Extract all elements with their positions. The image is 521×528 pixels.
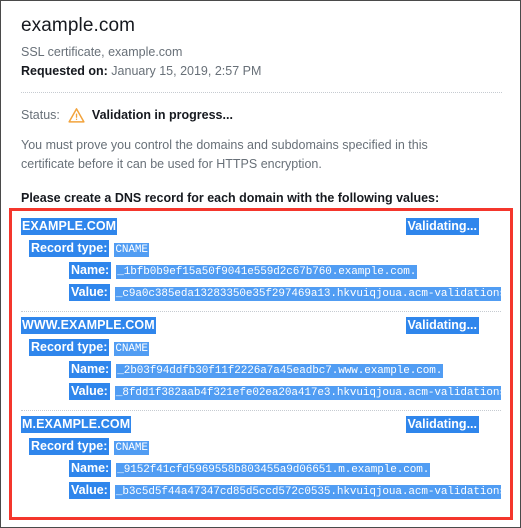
record-value-row: Value: _b3c5d5f44a47347cd85d5ccd572c0535… [21, 482, 501, 499]
record-name-row: Name: _1bfb0b9ef15a50f9041e559d2c67b760.… [21, 262, 501, 279]
page-title: example.com [21, 15, 136, 36]
validation-explanation: You must prove you control the domains a… [21, 138, 428, 171]
dns-record-instruction: Please create a DNS record for each doma… [21, 191, 440, 205]
record-name-label: Name: [69, 460, 112, 477]
certificate-subtitle: SSL certificate, example.com [21, 45, 183, 59]
domain-header-row: M.EXAMPLE.COM Validating... [21, 416, 501, 433]
record-type-value[interactable]: CNAME [114, 342, 149, 356]
record-type-row: Record type: CNAME [21, 240, 501, 257]
requested-on-value: January 15, 2019, 2:57 PM [107, 64, 262, 78]
header-divider [21, 92, 502, 93]
record-name-value[interactable]: _2b03f94ddfb30f11f2226a7a45eadbc7.www.ex… [116, 364, 444, 378]
domain-block: M.EXAMPLE.COM Validating... Record type:… [21, 411, 501, 499]
status-row: Status: Validation in progress... [21, 106, 502, 124]
record-name-label: Name: [69, 361, 112, 378]
record-type-label: Record type: [29, 438, 110, 455]
record-value-value[interactable]: _b3c5d5f44a47347cd85d5ccd572c0535.hkvuiq… [114, 485, 501, 499]
requested-on-label: Requested on: [21, 64, 108, 78]
record-type-value[interactable]: CNAME [114, 441, 149, 455]
record-name-row: Name: _2b03f94ddfb30f11f2226a7a45eadbc7.… [21, 361, 501, 378]
record-name-label: Name: [69, 262, 112, 279]
record-type-value[interactable]: CNAME [114, 243, 149, 257]
record-value-row: Value: _c9a0c385eda13283350e35f297469a13… [21, 284, 501, 301]
record-value-value[interactable]: _8fdd1f382aab4f321efe02ea20a417e3.hkvuiq… [114, 386, 501, 400]
status-badge: Validating... [405, 317, 479, 334]
record-type-row: Record type: CNAME [21, 339, 501, 356]
status-badge: Validating... [405, 416, 479, 433]
domain-block: EXAMPLE.COM Validating... Record type: C… [21, 213, 501, 312]
record-value-value[interactable]: _c9a0c385eda13283350e35f297469a13.hkvuiq… [114, 287, 501, 301]
domain-header-row: WWW.EXAMPLE.COM Validating... [21, 317, 501, 334]
record-type-label: Record type: [29, 240, 110, 257]
domain-name[interactable]: WWW.EXAMPLE.COM [21, 317, 156, 334]
status-badge: Validating... [405, 218, 479, 235]
record-type-label: Record type: [29, 339, 110, 356]
domain-validation-list: EXAMPLE.COM Validating... Record type: C… [21, 213, 501, 499]
record-value-label: Value: [69, 482, 110, 499]
domain-block: WWW.EXAMPLE.COM Validating... Record typ… [21, 312, 501, 411]
domain-name[interactable]: EXAMPLE.COM [21, 218, 118, 235]
requested-on-row: Requested on: January 15, 2019, 2:57 PM [21, 62, 502, 80]
certificate-details-screenshot: example.com SSL certificate, example.com… [0, 0, 521, 528]
status-text: Validation in progress... [91, 108, 233, 122]
record-type-row: Record type: CNAME [21, 438, 501, 455]
record-value-label: Value: [69, 284, 110, 301]
record-value-row: Value: _8fdd1f382aab4f321efe02ea20a417e3… [21, 383, 501, 400]
domain-header-row: EXAMPLE.COM Validating... [21, 218, 501, 235]
status-label: Status: [21, 108, 60, 122]
record-name-row: Name: _9152f41cfd5969558b803455a9d06651.… [21, 460, 501, 477]
warning-triangle-icon [68, 107, 85, 124]
record-name-value[interactable]: _1bfb0b9ef15a50f9041e559d2c67b760.exampl… [116, 265, 418, 279]
record-value-label: Value: [69, 383, 110, 400]
domain-name[interactable]: M.EXAMPLE.COM [21, 416, 132, 433]
record-name-value[interactable]: _9152f41cfd5969558b803455a9d06651.m.exam… [116, 463, 431, 477]
